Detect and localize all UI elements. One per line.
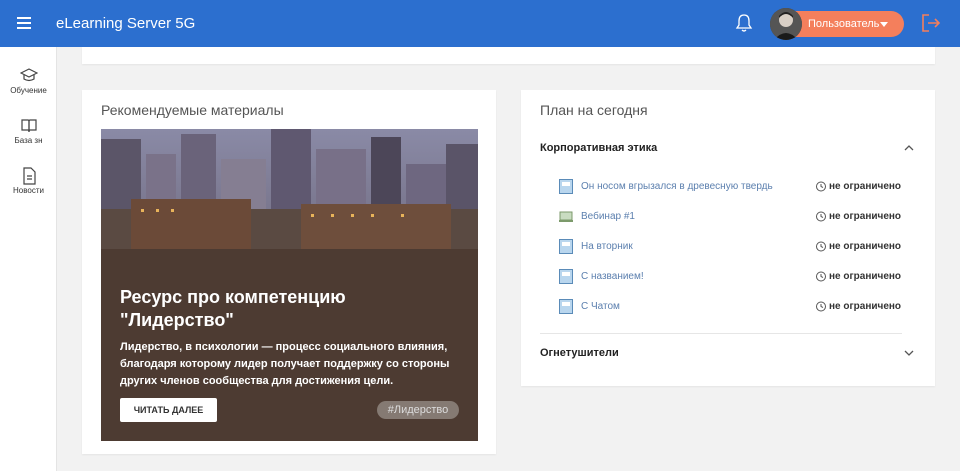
- logout-icon[interactable]: [920, 12, 942, 34]
- plan-card: План на сегодня Корпоративная этика Он н…: [521, 90, 935, 386]
- item-link[interactable]: На вторник: [581, 241, 633, 252]
- top-card: [82, 47, 935, 64]
- divider: [540, 333, 902, 334]
- recommended-card: Рекомендуемые материалы Ресурс про компе…: [82, 90, 496, 454]
- webinar-icon: [559, 211, 573, 222]
- course-icon: [559, 239, 573, 254]
- timer-icon: [816, 271, 826, 282]
- chevron-up-icon[interactable]: [904, 144, 914, 152]
- user-name: Пользователь: [808, 18, 880, 30]
- caret-down-icon: [880, 22, 888, 27]
- sidebar-item-knowledge-base[interactable]: База зн: [0, 117, 57, 145]
- list-item: Вебинар #1 не ограничено: [559, 208, 904, 226]
- course-icon: [559, 179, 573, 194]
- read-more-button[interactable]: ЧИТАТЬ ДАЛЕЕ: [120, 398, 217, 422]
- recommended-title: Рекомендуемые материалы: [101, 102, 284, 118]
- sidebar-item-learning[interactable]: Обучение: [0, 67, 57, 95]
- list-item: Он носом вгрызался в древесную твердь не…: [559, 178, 904, 196]
- chevron-down-icon[interactable]: [904, 349, 914, 357]
- hero-heading: Ресурс про компетенцию "Лидерство": [120, 287, 346, 330]
- item-time: не ограничено: [815, 300, 907, 314]
- city-image: [101, 129, 478, 289]
- item-time: не ограничено: [815, 240, 907, 254]
- recommended-hero: Ресурс про компетенцию "Лидерство" Лидер…: [101, 129, 478, 441]
- plan-title: План на сегодня: [540, 102, 648, 118]
- app-title[interactable]: eLearning Server 5G: [56, 15, 195, 32]
- graduation-cap-icon: [19, 68, 38, 82]
- item-time: не ограничено: [815, 180, 907, 194]
- book-icon: [20, 119, 37, 133]
- section-header[interactable]: Огнетушители: [540, 345, 916, 365]
- menu-icon[interactable]: [14, 14, 34, 32]
- list-item: На вторник не ограничено: [559, 238, 904, 256]
- bell-icon[interactable]: [734, 12, 754, 34]
- timer-icon: [816, 181, 826, 192]
- section-header[interactable]: Корпоративная этика: [540, 140, 916, 160]
- list-item: С Чатом не ограничено: [559, 298, 904, 316]
- item-time: не ограничено: [815, 210, 907, 224]
- sidebar-item-news[interactable]: Новости: [0, 167, 57, 195]
- sidebar-item-label: Новости: [13, 186, 44, 195]
- sidebar-item-label: Обучение: [10, 86, 47, 95]
- section-title: Корпоративная этика: [540, 142, 658, 154]
- hero-description: Лидерство, в психологии — процесс социал…: [120, 341, 450, 387]
- section-title: Огнетушители: [540, 347, 619, 359]
- user-menu-button[interactable]: Пользователь: [770, 8, 904, 40]
- course-icon: [559, 269, 573, 284]
- item-link[interactable]: Вебинар #1: [581, 211, 635, 222]
- timer-icon: [816, 241, 826, 252]
- sidebar: Обучение База зн Новости: [0, 47, 57, 471]
- item-link[interactable]: Он носом вгрызался в древесную твердь: [581, 181, 773, 192]
- item-link[interactable]: С названием!: [581, 271, 644, 282]
- timer-icon: [816, 211, 826, 222]
- item-time: не ограничено: [815, 270, 907, 284]
- course-icon: [559, 299, 573, 314]
- item-link[interactable]: С Чатом: [581, 301, 620, 312]
- avatar: [770, 8, 802, 40]
- list-item: С названием! не ограничено: [559, 268, 904, 286]
- timer-icon: [816, 301, 826, 312]
- document-icon: [22, 167, 36, 185]
- sidebar-item-label: База зн: [14, 136, 43, 145]
- tag-badge[interactable]: #Лидерство: [377, 401, 459, 419]
- top-bar: eLearning Server 5G Пользователь: [0, 0, 960, 47]
